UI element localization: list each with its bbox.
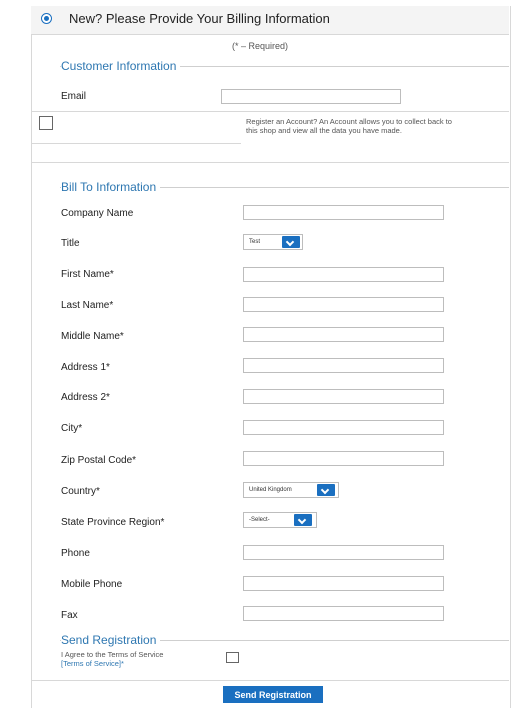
bill-section-title: Bill To Information — [61, 180, 161, 194]
title-select-value: Test — [249, 239, 261, 245]
row-divider — [31, 162, 509, 163]
row-divider — [31, 111, 509, 112]
terms-of-service-link[interactable]: [Terms of Service]* — [61, 659, 124, 668]
chevron-down-icon — [282, 236, 300, 248]
fax-label: Fax — [61, 610, 78, 621]
phone-label: Phone — [61, 548, 90, 559]
register-note: Register an Account? An Account allows y… — [246, 117, 452, 135]
agree-terms-checkbox[interactable] — [226, 652, 239, 663]
country-select[interactable]: United Kingdom — [243, 482, 339, 498]
new-customer-radio[interactable] — [41, 13, 52, 24]
state-label: State Province Region* — [61, 517, 165, 528]
zip-field[interactable] — [243, 451, 444, 466]
agree-terms-label: I Agree to the Terms of Service — [61, 650, 164, 659]
zip-label: Zip Postal Code* — [61, 455, 137, 466]
address1-label: Address 1* — [61, 362, 110, 373]
agree-terms-text: I Agree to the Terms of Service [Terms o… — [61, 650, 211, 668]
last-name-field[interactable] — [243, 297, 444, 312]
middle-name-field[interactable] — [243, 327, 444, 342]
row-divider — [31, 680, 509, 681]
company-field[interactable] — [243, 205, 444, 220]
address2-label: Address 2* — [61, 392, 110, 403]
customer-section-title: Customer Information — [61, 59, 181, 73]
state-select[interactable]: -Select- — [243, 512, 317, 528]
mobile-field[interactable] — [243, 576, 444, 591]
email-label: Email — [61, 91, 87, 102]
fax-field[interactable] — [243, 606, 444, 621]
chevron-down-icon — [294, 514, 312, 526]
title-select[interactable]: Test — [243, 234, 303, 250]
city-label: City* — [61, 423, 83, 434]
address2-field[interactable] — [243, 389, 444, 404]
phone-field[interactable] — [243, 545, 444, 560]
last-name-label: Last Name* — [61, 300, 114, 311]
country-label: Country* — [61, 486, 100, 497]
page-title: New? Please Provide Your Billing Informa… — [69, 11, 330, 26]
register-account-checkbox[interactable] — [39, 116, 53, 130]
country-select-value: United Kingdom — [249, 487, 292, 493]
send-registration-button[interactable]: Send Registration — [223, 686, 323, 703]
send-section-title: Send Registration — [61, 633, 161, 647]
state-select-value: -Select- — [249, 517, 270, 523]
company-label: Company Name — [61, 208, 134, 219]
email-field[interactable] — [221, 89, 401, 104]
address1-field[interactable] — [243, 358, 444, 373]
row-divider — [31, 143, 241, 144]
required-note: (* – Required) — [232, 41, 289, 51]
mobile-label: Mobile Phone — [61, 579, 123, 590]
chevron-down-icon — [317, 484, 335, 496]
middle-name-label: Middle Name* — [61, 331, 124, 342]
first-name-field[interactable] — [243, 267, 444, 282]
title-label: Title — [61, 238, 80, 249]
first-name-label: First Name* — [61, 269, 114, 280]
city-field[interactable] — [243, 420, 444, 435]
